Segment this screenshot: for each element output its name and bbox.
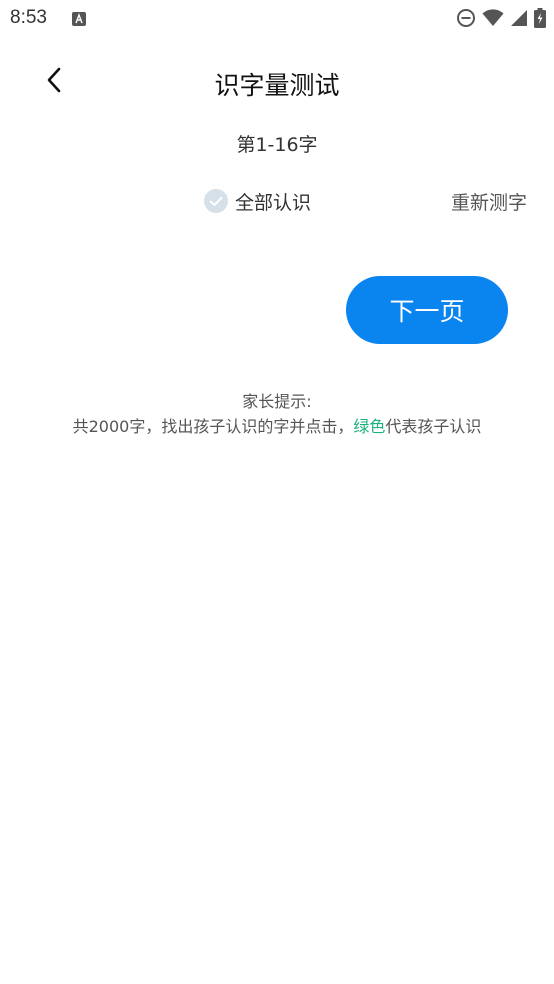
battery-charging-icon xyxy=(534,8,546,28)
check-circle-icon xyxy=(204,189,228,213)
status-bar: 8:53 xyxy=(0,0,554,38)
tip-text-highlight: 绿色 xyxy=(353,417,386,436)
parent-tip-text: 共2000字，找出孩子认识的字并点击，绿色代表孩子认识 xyxy=(0,413,554,437)
retest-button[interactable]: 重新测字 xyxy=(451,188,527,215)
cellular-signal-icon xyxy=(510,9,528,27)
wifi-icon xyxy=(482,9,504,27)
header: 识字量测试 xyxy=(0,58,554,106)
do-not-disturb-icon xyxy=(456,8,476,28)
page-title: 识字量测试 xyxy=(214,71,340,100)
parent-tip-title: 家长提示: xyxy=(242,392,312,411)
tip-text-prefix: 共2000字，找出孩子认识的字并点击， xyxy=(72,417,354,436)
status-time: 8:53 xyxy=(10,7,47,28)
all-known-toggle[interactable]: 全部认识 xyxy=(204,186,311,216)
next-page-button[interactable]: 下一页 xyxy=(346,276,508,344)
options-row: 全部认识 重新测字 xyxy=(0,184,554,218)
character-range-label: 第1-16字 xyxy=(236,134,318,156)
notification-app-icon xyxy=(72,11,86,26)
tip-text-suffix: 代表孩子认识 xyxy=(385,417,482,436)
system-icons xyxy=(456,8,546,28)
all-known-label: 全部认识 xyxy=(235,191,312,214)
